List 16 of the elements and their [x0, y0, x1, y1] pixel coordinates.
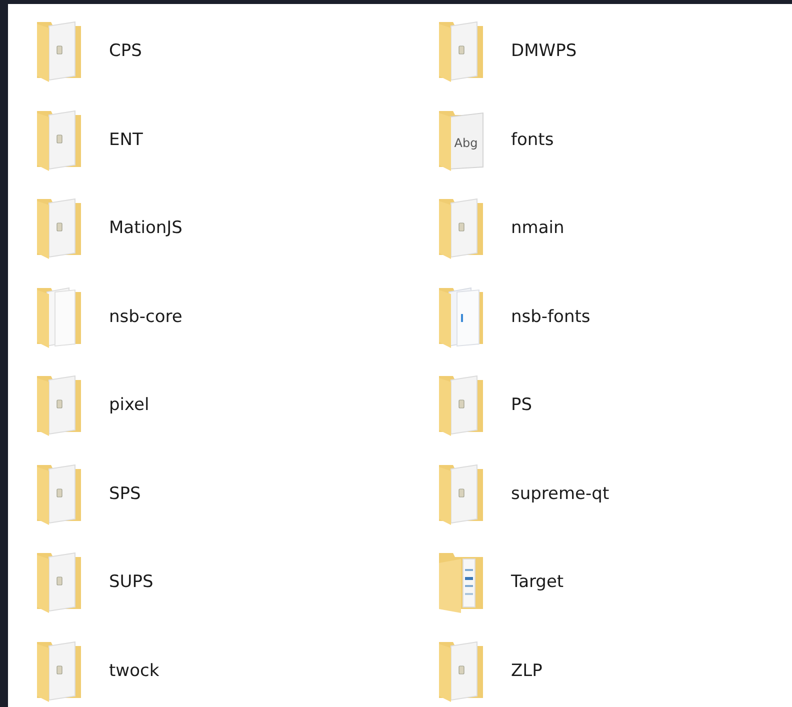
folder-name[interactable]: nsb-fonts	[511, 306, 590, 327]
folder-name[interactable]: MationJS	[109, 218, 182, 238]
folder-name[interactable]: supreme-qt	[511, 484, 610, 504]
folder-name[interactable]: DMWPS	[511, 41, 577, 62]
folder-name[interactable]: ENT	[109, 130, 143, 150]
folder-name[interactable]: twock	[109, 660, 160, 681]
folder-name[interactable]: ZLP	[511, 660, 542, 681]
folder-name[interactable]: pixel	[109, 395, 150, 416]
folder-name[interactable]: SUPS	[109, 572, 154, 592]
folder-name[interactable]: nsb-core	[109, 306, 182, 327]
folder-name[interactable]: fonts	[511, 130, 554, 150]
folder-name[interactable]: Target	[511, 572, 564, 592]
folder-name[interactable]: SPS	[109, 484, 141, 504]
folder-name[interactable]: PS	[511, 395, 532, 416]
folder-name[interactable]: CPS	[109, 41, 142, 62]
folder-name[interactable]: nmain	[511, 218, 564, 238]
